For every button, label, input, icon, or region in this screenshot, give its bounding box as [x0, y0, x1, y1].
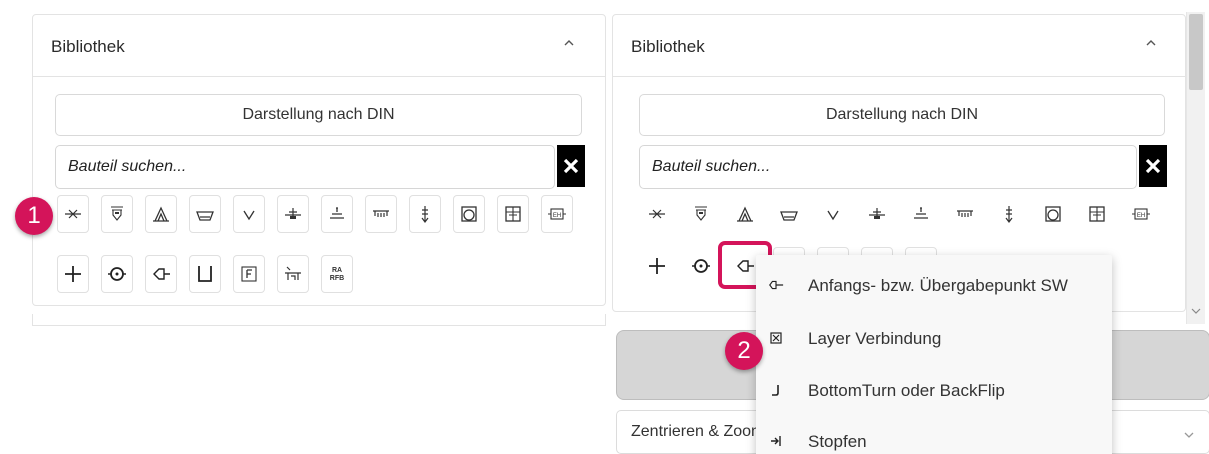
- library-panel-header[interactable]: Bibliothek: [613, 15, 1185, 77]
- menu-item-bottom-turn[interactable]: BottomTurn oder BackFlip: [756, 366, 1112, 416]
- f-box-symbol-icon[interactable]: [233, 255, 265, 293]
- close-icon: [1145, 158, 1161, 174]
- center-zoom-label: Zentrieren & Zoom: [631, 423, 765, 440]
- svg-text:EH: EH: [553, 213, 561, 219]
- valve-symbol-icon[interactable]: [277, 195, 309, 233]
- panel-title: Bibliothek: [51, 37, 125, 56]
- symbol-row-1: EH: [639, 195, 1169, 235]
- start-point-symbol-icon[interactable]: [145, 255, 177, 293]
- manhole-cover-symbol-icon[interactable]: [685, 195, 717, 233]
- meter-symbol-icon[interactable]: [101, 255, 133, 293]
- pump-symbol-icon[interactable]: [453, 195, 485, 233]
- bottom-turn-icon: [768, 382, 784, 398]
- start-point-icon: [768, 277, 784, 293]
- branch-symbol-icon[interactable]: [57, 195, 89, 233]
- hydrant-symbol-icon[interactable]: [993, 195, 1025, 233]
- scrollbar-thumb[interactable]: [1189, 14, 1203, 90]
- hydrant-symbol-icon[interactable]: [409, 195, 441, 233]
- menu-item-label: Layer Verbindung: [808, 329, 942, 348]
- panel-title: Bibliothek: [631, 37, 705, 56]
- outlet-symbol-icon[interactable]: [321, 195, 353, 233]
- menu-item-label: Anfangs- bzw. Übergabepunkt SW: [808, 276, 1068, 295]
- menu-item-layer-connection[interactable]: Layer Verbindung: [756, 314, 1112, 364]
- plug-icon: [768, 433, 784, 449]
- outlet-symbol-icon[interactable]: [905, 195, 937, 233]
- container-symbol-icon[interactable]: [189, 255, 221, 293]
- cabinet-symbol-icon[interactable]: [1081, 195, 1113, 233]
- chevron-up-icon[interactable]: [563, 37, 575, 49]
- basin-symbol-icon[interactable]: [773, 195, 805, 233]
- grate-symbol-icon[interactable]: [365, 195, 397, 233]
- svg-text:EH: EH: [1137, 213, 1145, 219]
- svg-text:RFB: RFB: [330, 275, 344, 282]
- cross-symbol-icon[interactable]: [57, 255, 89, 293]
- arrow-down-symbol-icon[interactable]: [817, 195, 849, 233]
- symbol-row-1: EH: [55, 195, 585, 235]
- step-badge-2: 2: [725, 332, 763, 370]
- menu-item-label: Stopfen: [808, 432, 867, 451]
- meter-symbol-icon[interactable]: [685, 247, 717, 285]
- clear-search-button[interactable]: [1139, 145, 1167, 187]
- cross-symbol-icon[interactable]: [641, 247, 673, 285]
- din-display-button[interactable]: Darstellung nach DIN: [639, 94, 1165, 136]
- separator-symbol-icon[interactable]: [277, 255, 309, 293]
- eh-symbol-icon[interactable]: EH: [541, 195, 573, 233]
- tent-symbol-icon[interactable]: [729, 195, 761, 233]
- eh-symbol-icon[interactable]: EH: [1125, 195, 1157, 233]
- symbol-row-2: RA RFB: [55, 255, 585, 295]
- close-icon: [563, 158, 579, 174]
- screenshot-stage: Bibliothek Darstellung nach DIN EH: [0, 0, 1209, 454]
- arrow-down-symbol-icon[interactable]: [233, 195, 265, 233]
- din-display-button[interactable]: Darstellung nach DIN: [55, 94, 582, 136]
- branch-symbol-icon[interactable]: [641, 195, 673, 233]
- menu-item-label: BottomTurn oder BackFlip: [808, 381, 1005, 400]
- layer-connection-icon: [768, 330, 784, 346]
- clear-search-button[interactable]: [557, 145, 585, 187]
- grate-symbol-icon[interactable]: [949, 195, 981, 233]
- component-search-input[interactable]: [639, 145, 1137, 189]
- pump-symbol-icon[interactable]: [1037, 195, 1069, 233]
- symbol-variant-menu: Anfangs- bzw. Übergabepunkt SW Layer Ver…: [756, 255, 1112, 454]
- chevron-up-icon[interactable]: [1145, 37, 1157, 49]
- ra-rfb-symbol-icon[interactable]: RA RFB: [321, 255, 353, 293]
- svg-text:RA: RA: [332, 267, 342, 274]
- valve-symbol-icon[interactable]: [861, 195, 893, 233]
- basin-symbol-icon[interactable]: [189, 195, 221, 233]
- menu-item-plug[interactable]: Stopfen: [756, 417, 1112, 454]
- chevron-down-icon[interactable]: [1183, 427, 1195, 445]
- tent-symbol-icon[interactable]: [145, 195, 177, 233]
- manhole-cover-symbol-icon[interactable]: [101, 195, 133, 233]
- scroll-down-icon[interactable]: [1191, 302, 1201, 320]
- panel-divider-left: [32, 314, 606, 326]
- cabinet-symbol-icon[interactable]: [497, 195, 529, 233]
- panel-scrollbar[interactable]: [1186, 12, 1205, 324]
- step-badge-1: 1: [15, 197, 53, 235]
- menu-item-start-point[interactable]: Anfangs- bzw. Übergabepunkt SW: [756, 261, 1112, 311]
- library-panel-header[interactable]: Bibliothek: [33, 15, 605, 77]
- library-panel-left: Bibliothek Darstellung nach DIN EH: [32, 14, 606, 306]
- component-search-input[interactable]: [55, 145, 555, 189]
